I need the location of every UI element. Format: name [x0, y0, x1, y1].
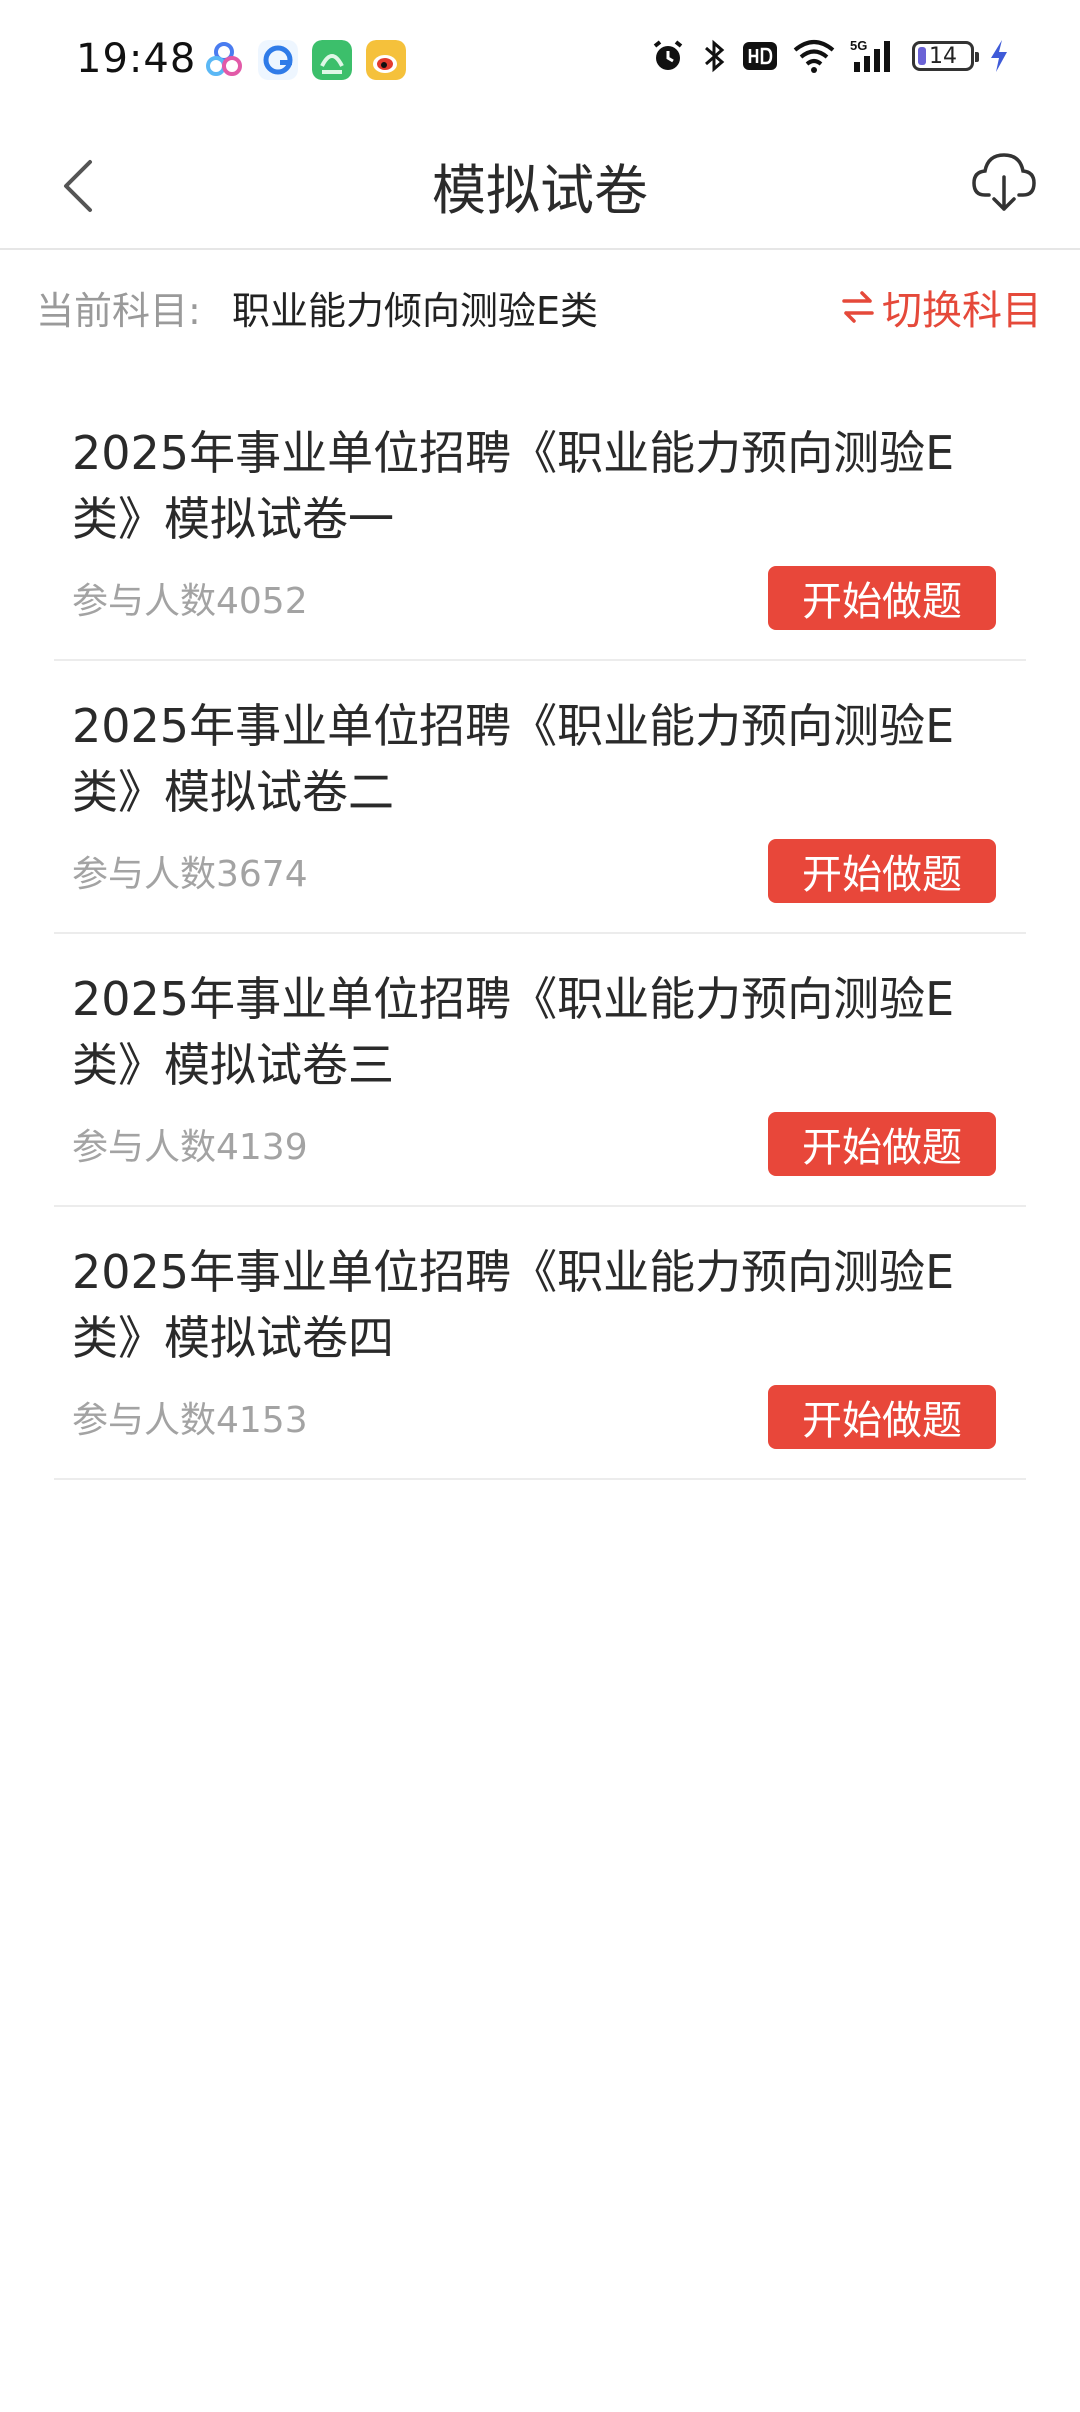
status-bar: 19:48 5G 14 — [0, 0, 1080, 120]
battery-fill — [918, 47, 926, 65]
subject-label: 当前科目: — [36, 289, 201, 333]
download-button[interactable] — [964, 142, 1044, 222]
start-exam-button[interactable]: 开始做题 — [768, 566, 996, 630]
exam-title: 2025年事业单位招聘《职业能力预向测验E类》模拟试卷三 — [72, 972, 955, 1092]
charging-icon — [991, 40, 1007, 72]
battery-indicator: 14 — [912, 41, 979, 71]
exam-list: 2025年事业单位招聘《职业能力预向测验E类》模拟试卷一 参与人数4052 开始… — [54, 388, 1026, 1480]
alarm-icon — [653, 40, 683, 70]
wifi-icon — [793, 40, 835, 73]
swap-arrows-icon — [842, 291, 874, 323]
start-exam-button[interactable]: 开始做题 — [768, 839, 996, 903]
hd-icon — [743, 42, 777, 70]
notification-app-icons — [204, 40, 406, 80]
start-exam-button[interactable]: 开始做题 — [768, 1112, 996, 1176]
exam-title: 2025年事业单位招聘《职业能力预向测验E类》模拟试卷二 — [72, 699, 955, 819]
exam-title: 2025年事业单位招聘《职业能力预向测验E类》模拟试卷四 — [72, 1245, 955, 1365]
cloud-download-icon — [972, 153, 1036, 211]
battery-level: 14 — [929, 43, 957, 69]
signal-5g-icon: 5G — [850, 38, 890, 72]
list-item[interactable]: 2025年事业单位招聘《职业能力预向测验E类》模拟试卷三 参与人数4139 开始… — [54, 934, 1026, 1207]
list-item[interactable]: 2025年事业单位招聘《职业能力预向测验E类》模拟试卷四 参与人数4153 开始… — [54, 1207, 1026, 1480]
app-browser-icon — [258, 40, 298, 80]
switch-subject-button[interactable]: 切换科目 — [840, 278, 1042, 336]
svg-text:5G: 5G — [850, 38, 867, 53]
participant-count: 参与人数4139 — [72, 1127, 308, 1168]
nav-bar: 模拟试卷 — [0, 120, 1080, 250]
status-system-icons: 5G 14 — [650, 38, 1010, 74]
page-title: 模拟试卷 — [432, 159, 648, 222]
exam-title: 2025年事业单位招聘《职业能力预向测验E类》模拟试卷一 — [72, 426, 955, 546]
participant-count: 参与人数4153 — [72, 1400, 308, 1441]
bluetooth-icon — [705, 39, 725, 73]
start-exam-button[interactable]: 开始做题 — [768, 1385, 996, 1449]
participant-count: 参与人数3674 — [72, 854, 308, 895]
subject-bar: 当前科目: 职业能力倾向测验E类 切换科目 — [0, 250, 1080, 362]
subject-value: 职业能力倾向测验E类 — [232, 289, 599, 333]
switch-subject-label: 切换科目 — [882, 288, 1042, 334]
participant-count: 参与人数4052 — [72, 581, 308, 622]
app-weibo-icon — [366, 40, 406, 80]
app-green-icon — [312, 40, 352, 80]
status-time: 19:48 — [76, 36, 197, 82]
app-bubbles-icon — [206, 42, 242, 76]
list-item[interactable]: 2025年事业单位招聘《职业能力预向测验E类》模拟试卷二 参与人数3674 开始… — [54, 661, 1026, 934]
list-item[interactable]: 2025年事业单位招聘《职业能力预向测验E类》模拟试卷一 参与人数4052 开始… — [54, 388, 1026, 661]
